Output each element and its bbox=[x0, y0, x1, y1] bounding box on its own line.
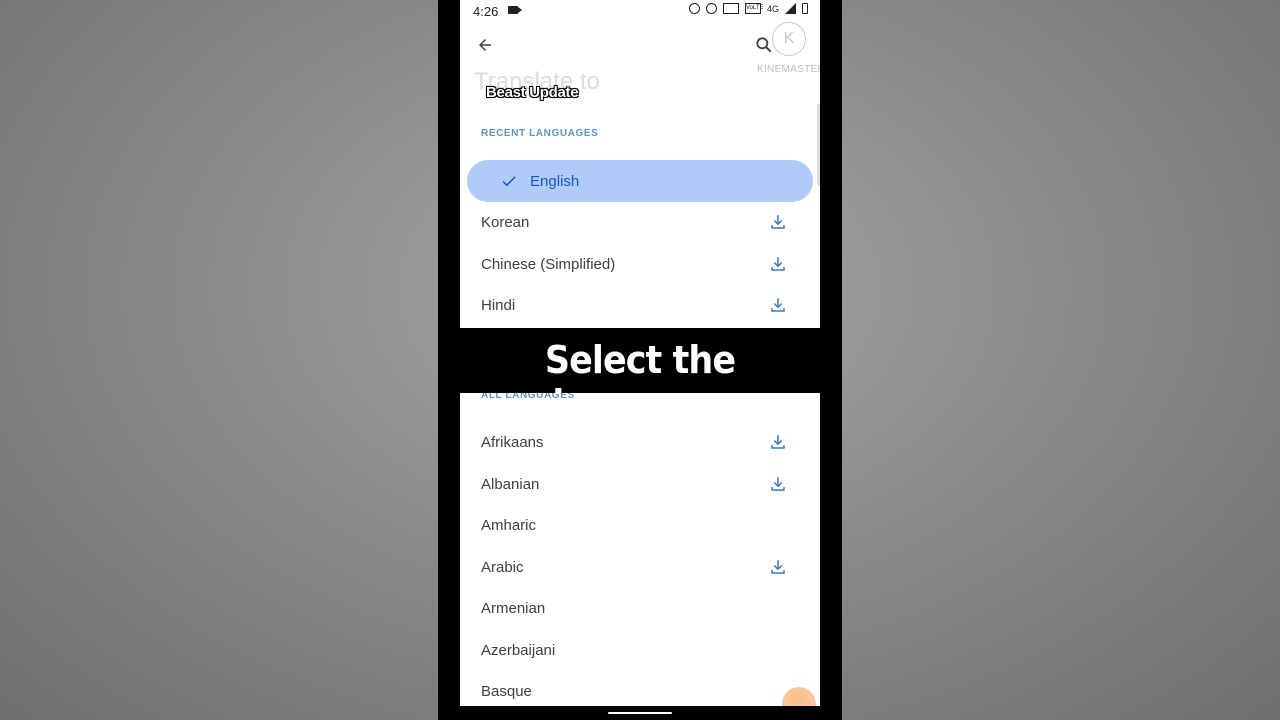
battery-icon bbox=[802, 3, 808, 14]
language-label: Basque bbox=[481, 683, 532, 700]
language-label: Korean bbox=[481, 214, 530, 231]
download-icon[interactable] bbox=[769, 255, 787, 273]
language-item[interactable]: Albanian bbox=[460, 464, 820, 506]
check-icon bbox=[502, 176, 516, 187]
language-label: Azerbaijani bbox=[481, 642, 556, 659]
all-languages-header: ALL LANGUAGES bbox=[481, 393, 575, 401]
language-item[interactable]: Azerbaijani bbox=[460, 630, 820, 672]
app-screen-top: K KINEMASTER Translate to Beast Update R… bbox=[460, 22, 820, 328]
language-item[interactable]: Basque bbox=[460, 671, 820, 706]
signal-icon bbox=[785, 3, 796, 14]
language-label: Albanian bbox=[481, 476, 540, 493]
search-icon[interactable] bbox=[754, 35, 774, 55]
language-label: Chinese (Simplified) bbox=[481, 256, 616, 273]
network-4g-icon: 4G bbox=[766, 3, 779, 14]
back-arrow-icon[interactable] bbox=[476, 36, 494, 54]
status-icons: VoLTE 4G bbox=[688, 3, 808, 14]
language-item[interactable]: Hindi bbox=[460, 285, 820, 327]
language-item[interactable]: Armenian bbox=[460, 588, 820, 630]
download-icon[interactable] bbox=[769, 433, 787, 451]
download-icon[interactable] bbox=[769, 558, 787, 576]
alarm-icon bbox=[688, 3, 700, 14]
language-item[interactable]: Amharic bbox=[460, 505, 820, 547]
overlay-label: Beast Update bbox=[486, 84, 579, 101]
status-bar: 4:26 VoLTE 4G bbox=[460, 0, 820, 22]
home-indicator[interactable] bbox=[608, 712, 672, 714]
download-icon[interactable] bbox=[769, 213, 787, 231]
language-item[interactable]: Chinese (Simplified) bbox=[460, 244, 820, 286]
language-label: Amharic bbox=[481, 517, 537, 534]
cast-icon bbox=[722, 3, 739, 14]
watermark-text: KINEMASTER bbox=[757, 64, 820, 75]
kinemaster-logo-icon: K bbox=[772, 22, 806, 56]
language-item[interactable]: Arabic bbox=[460, 547, 820, 589]
language-label: Arabic bbox=[481, 559, 524, 576]
scrollbar[interactable] bbox=[817, 104, 820, 186]
caption-band: Select the language bbox=[438, 328, 842, 426]
download-icon[interactable] bbox=[769, 296, 787, 314]
status-time: 4:26 bbox=[473, 4, 499, 19]
language-item-selected[interactable]: English bbox=[467, 160, 813, 202]
language-label: Afrikaans bbox=[481, 434, 544, 451]
app-screen-bottom: ALL LANGUAGES Afrikaans Albanian Amharic… bbox=[460, 393, 820, 706]
language-label: Hindi bbox=[481, 297, 516, 314]
recent-languages-header: RECENT LANGUAGES bbox=[481, 128, 599, 139]
video-recording-icon bbox=[508, 6, 522, 14]
data-saver-icon bbox=[705, 3, 717, 14]
language-item[interactable]: Afrikaans bbox=[460, 422, 820, 464]
language-label: English bbox=[530, 173, 580, 190]
volte-icon: VoLTE bbox=[744, 3, 764, 14]
language-label: Armenian bbox=[481, 600, 546, 617]
download-icon[interactable] bbox=[769, 475, 787, 493]
language-item[interactable]: Korean bbox=[460, 202, 820, 244]
